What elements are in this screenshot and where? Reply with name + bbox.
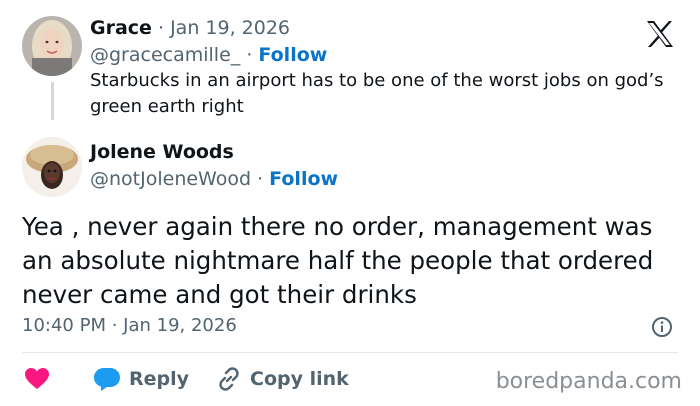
boredpanda-watermark: boredpanda.com — [495, 369, 682, 394]
follow-jolene-button[interactable]: Follow — [269, 168, 338, 190]
jolene-avatar[interactable] — [22, 137, 82, 197]
link-icon — [219, 367, 239, 391]
reply-author-handle[interactable]: @notJoleneWood — [90, 168, 251, 190]
tweet-card: Grace · Jan 19, 2026 @gracecamille_ · Fo… — [0, 0, 700, 406]
actions-divider — [22, 352, 678, 353]
follow-grace-button[interactable]: Follow — [258, 44, 327, 66]
reply-handle-line: @notJoleneWood · Follow — [90, 167, 338, 191]
reply-handle-separator: · — [257, 168, 264, 190]
thread-connector-line — [51, 82, 54, 120]
x-logo-icon[interactable] — [645, 20, 675, 52]
heart-icon — [25, 368, 49, 389]
header-separator: · — [157, 17, 165, 39]
reply-button[interactable]: Reply — [93, 366, 189, 392]
original-post-text: Starbucks in an airport has to be one of… — [90, 70, 664, 117]
copy-link-button[interactable]: Copy link — [216, 366, 349, 392]
reply-label: Reply — [129, 368, 190, 390]
reply-author-name[interactable]: Jolene Woods — [90, 141, 234, 163]
original-post-header: Grace · Jan 19, 2026 — [90, 16, 290, 40]
reply-header: Jolene Woods — [90, 140, 234, 164]
original-author-name[interactable]: Grace — [90, 17, 152, 39]
original-post-date[interactable]: Jan 19, 2026 — [170, 17, 290, 39]
handle-separator: · — [246, 44, 253, 66]
info-icon[interactable] — [651, 316, 673, 342]
like-button[interactable] — [24, 366, 58, 392]
copy-link-label: Copy link — [250, 368, 349, 390]
original-post-handle-line: @gracecamille_ · Follow — [90, 43, 327, 67]
grace-avatar[interactable] — [22, 16, 82, 76]
reply-bubble-icon — [94, 368, 120, 391]
original-author-handle[interactable]: @gracecamille_ — [90, 44, 240, 66]
reply-timestamp[interactable]: 10:40 PM · Jan 19, 2026 — [22, 314, 237, 338]
reply-text: Yea , never again there no order, manage… — [22, 212, 654, 309]
